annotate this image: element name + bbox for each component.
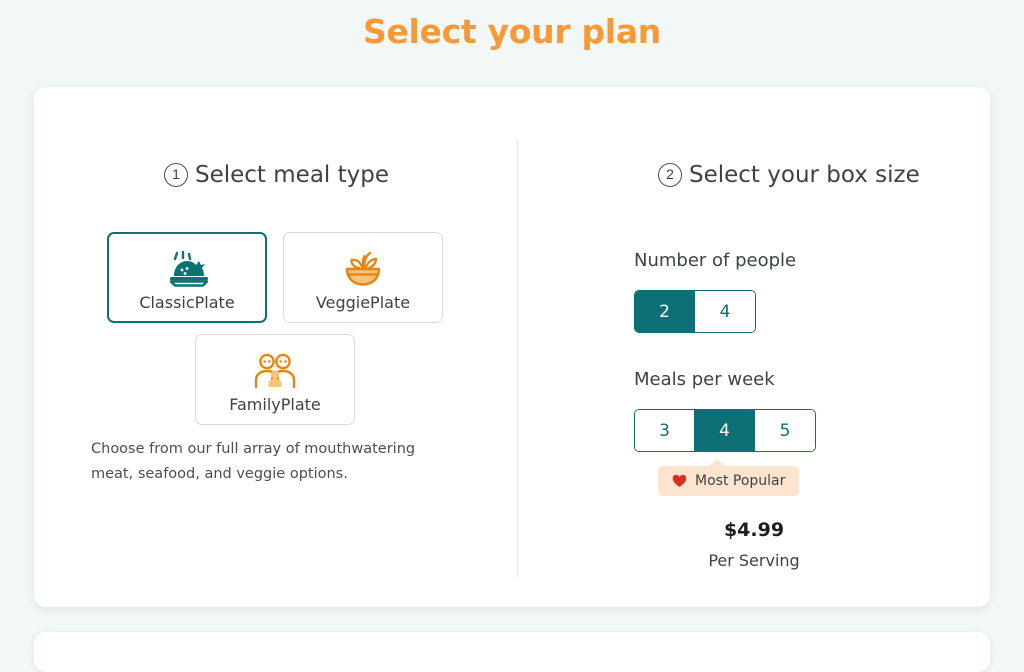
meals-option-3[interactable]: 3 (635, 410, 695, 451)
meal-option-familyplate[interactable]: FamilyPlate (195, 334, 355, 425)
most-popular-badge: Most Popular (658, 459, 800, 496)
step-number-1: 1 (164, 163, 188, 187)
page-title: Select your plan (362, 12, 661, 51)
box-size-heading-text: Select your box size (689, 162, 920, 188)
meal-option-veggieplate[interactable]: VeggiePlate (283, 232, 443, 323)
next-section-card (34, 632, 990, 672)
family-icon (253, 346, 297, 392)
meals-per-week-label: Meals per week (634, 369, 775, 390)
people-option-2[interactable]: 2 (635, 291, 695, 332)
meal-type-description: Choose from our full array of mouthwater… (91, 441, 416, 482)
meal-type-column: 1 Select meal type ClassicPlate VeggiePl… (34, 87, 517, 607)
price-value: $4.99 (723, 519, 785, 541)
heart-icon (672, 474, 687, 488)
box-size-column: 2 Select your box size Number of people 2… (518, 87, 990, 607)
meals-option-5[interactable]: 5 (755, 410, 815, 451)
meal-option-label: FamilyPlate (229, 394, 321, 414)
meal-option-label: VeggiePlate (315, 292, 411, 312)
badge-arrow (708, 459, 726, 467)
meals-option-4[interactable]: 4 (695, 410, 755, 451)
meal-type-heading: 1 Select meal type (164, 162, 389, 188)
number-of-people-label: Number of people (634, 250, 797, 271)
step-number-2: 2 (658, 163, 682, 187)
plan-selector-card: 1 Select meal type ClassicPlate VeggiePl… (34, 87, 990, 607)
meals-per-week-toggle[interactable]: 3 4 5 (634, 409, 816, 452)
box-size-heading: 2 Select your box size (658, 162, 920, 188)
roast-chicken-icon (165, 244, 209, 290)
number-of-people-toggle[interactable]: 2 4 (634, 290, 756, 333)
meal-option-classicplate[interactable]: ClassicPlate (107, 232, 267, 323)
meal-option-label: ClassicPlate (139, 292, 235, 312)
salad-bowl-icon (342, 244, 384, 290)
price-caption: Per Serving (708, 551, 800, 570)
people-option-4[interactable]: 4 (695, 291, 755, 332)
meal-type-heading-text: Select meal type (195, 162, 389, 188)
most-popular-label: Most Popular (695, 473, 786, 489)
